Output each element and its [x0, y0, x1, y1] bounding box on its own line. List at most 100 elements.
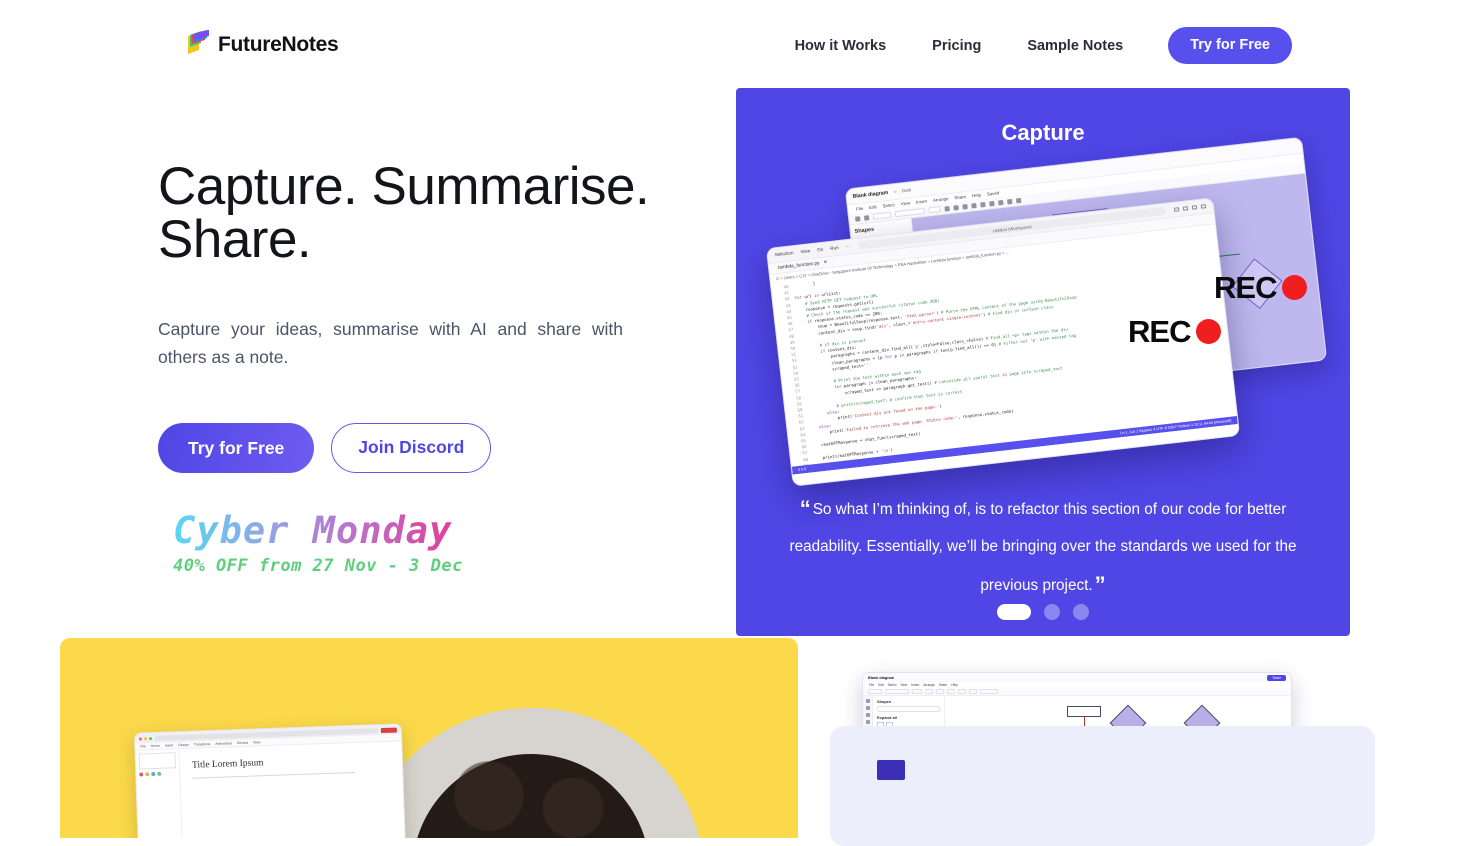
nav-item-pricing[interactable]: Pricing — [909, 28, 1004, 64]
font-select[interactable] — [894, 207, 926, 218]
swatch-green[interactable] — [157, 771, 162, 776]
vscode-menu-more[interactable]: ⋯ — [845, 244, 850, 250]
rail-layers-icon[interactable] — [865, 720, 870, 724]
doc-menu-review[interactable]: Review — [237, 741, 248, 745]
flow-color-icon[interactable] — [958, 689, 966, 694]
close-icon[interactable]: ✕ — [823, 260, 828, 265]
close-dot-icon[interactable] — [138, 736, 143, 741]
diagram-menu-share[interactable]: Share — [954, 194, 966, 200]
vscode-menu-view[interactable]: View — [800, 248, 810, 255]
italic-icon[interactable] — [953, 204, 959, 211]
promo-banner: Cyber Monday 40% OFF from 27 Nov - 3 Dec — [158, 509, 718, 576]
record-dot-icon — [1282, 275, 1308, 300]
brand-name: FutureNotes — [218, 32, 339, 56]
crop-icon[interactable] — [1006, 198, 1013, 204]
quote-open-icon: “ — [799, 496, 811, 521]
flow-italic-icon[interactable] — [936, 689, 944, 694]
flow-align-icon[interactable] — [969, 689, 977, 694]
doc-menu-transitions[interactable]: Transitions — [194, 742, 211, 747]
flow-underline-icon[interactable] — [947, 689, 955, 694]
bold-icon[interactable] — [944, 205, 950, 212]
swatch-yellow[interactable] — [145, 772, 150, 777]
header-try-for-free-button[interactable]: Try for Free — [1168, 27, 1292, 64]
vscode-menu-go[interactable]: Go — [817, 247, 824, 254]
diagram-menu-arrange[interactable]: Arrange — [933, 196, 949, 203]
flow-line-select[interactable] — [980, 689, 998, 694]
document-app-mockup: File Home Insert Design Transitions Anim… — [133, 723, 407, 838]
maximize-dot-icon[interactable] — [148, 736, 153, 740]
flow-menu-file[interactable]: File — [869, 683, 874, 687]
flow-share-button[interactable]: Share — [1267, 674, 1286, 681]
doc-menu-insert[interactable]: Insert — [165, 743, 174, 747]
diagram-menu-help[interactable]: Help — [972, 192, 982, 198]
doc-canvas[interactable]: Title Lorem Ipsum — [179, 741, 405, 838]
nav-item-sample-notes[interactable]: Sample Notes — [1004, 28, 1146, 64]
doc-menu-view[interactable]: View — [253, 740, 260, 744]
diagram-menu-file[interactable]: File — [856, 206, 864, 212]
flow-menu-view[interactable]: View — [901, 683, 908, 687]
panel-bottom-icon[interactable] — [1182, 205, 1189, 211]
vscode-layout-icons — [1173, 203, 1207, 213]
line-icon[interactable] — [997, 199, 1004, 205]
lavender-feature-card — [830, 726, 1375, 846]
flow-menu-share[interactable]: Share — [939, 683, 948, 687]
rail-shapes-icon[interactable] — [865, 699, 870, 703]
diagram-menu-view[interactable]: View — [900, 200, 910, 206]
hero-title: Capture. Summarise. Share. — [158, 157, 650, 269]
rail-search-icon[interactable] — [865, 706, 870, 710]
text-color-icon[interactable] — [971, 202, 977, 209]
underline-icon[interactable] — [962, 203, 968, 210]
flow-style-select[interactable] — [868, 689, 882, 694]
doc-menu-file[interactable]: File — [140, 744, 146, 748]
layout-icon[interactable] — [1200, 203, 1207, 209]
doc-menu-home[interactable]: Home — [151, 744, 160, 748]
yellow-feature-section: File Home Insert Design Transitions Anim… — [60, 638, 798, 838]
undo-icon[interactable] — [854, 215, 861, 222]
doc-menu-design[interactable]: Design — [178, 743, 189, 747]
redo-icon[interactable] — [863, 214, 870, 221]
carousel-dot-1[interactable] — [997, 604, 1031, 620]
link-icon[interactable] — [1015, 197, 1022, 203]
doc-slide-panel — [135, 749, 184, 838]
font-size-select[interactable] — [928, 206, 941, 214]
hero-join-discord-button[interactable]: Join Discord — [331, 422, 492, 473]
nav-item-how-it-works[interactable]: How it Works — [772, 28, 910, 64]
doc-body: Title Lorem Ipsum — [135, 741, 405, 838]
flow-bold-icon[interactable] — [925, 689, 933, 694]
vscode-menu-selection[interactable]: Selection — [774, 250, 793, 258]
diagram-menu-edit[interactable]: Edit — [869, 204, 877, 210]
doc-record-button[interactable] — [380, 727, 397, 733]
align-icon[interactable] — [980, 201, 986, 207]
carousel-dot-2[interactable] — [1044, 604, 1060, 620]
testimonial-quote: “So what I’m thinking of, is to refactor… — [780, 486, 1306, 608]
fill-icon[interactable] — [989, 200, 995, 206]
swatch-blue[interactable] — [151, 771, 156, 777]
flow-section-expand[interactable]: Expand all — [877, 715, 940, 720]
diagram-menu-select[interactable]: Select — [882, 202, 895, 208]
flow-shapes-label: Shapes — [877, 699, 892, 704]
style-select[interactable] — [872, 211, 892, 220]
minimize-dot-icon[interactable] — [143, 736, 148, 740]
rec-label: REC — [1128, 314, 1191, 349]
main-nav: How it Works Pricing Sample Notes Try fo… — [772, 27, 1292, 64]
flow-menu-edit[interactable]: Edit — [878, 683, 884, 687]
flow-menu-select[interactable]: Select — [888, 683, 897, 687]
diagram-menu-insert[interactable]: Insert — [916, 199, 927, 205]
rail-template-icon[interactable] — [865, 713, 870, 717]
flow-titlebar: Blank diagram Share — [863, 673, 1291, 682]
flow-menu-help[interactable]: Help — [951, 683, 958, 687]
vscode-menu-run[interactable]: Run — [830, 245, 839, 252]
carousel-dot-3[interactable] — [1073, 604, 1089, 620]
doc-menu-animations[interactable]: Animations — [215, 741, 232, 746]
flow-menu-arrange[interactable]: Arrange — [923, 683, 934, 687]
panel-right-icon[interactable] — [1191, 204, 1198, 210]
flow-shape-search-input[interactable] — [877, 706, 940, 712]
flow-size-select[interactable] — [912, 689, 922, 694]
brand-logo[interactable]: FutureNotes — [185, 29, 339, 59]
flow-menu-insert[interactable]: Insert — [911, 683, 919, 687]
swatch-red[interactable] — [139, 772, 144, 777]
hero-try-for-free-button[interactable]: Try for Free — [158, 422, 315, 473]
panel-left-icon[interactable] — [1173, 206, 1180, 213]
slide-thumbnail[interactable] — [138, 752, 177, 770]
flow-font-select[interactable] — [885, 689, 909, 694]
